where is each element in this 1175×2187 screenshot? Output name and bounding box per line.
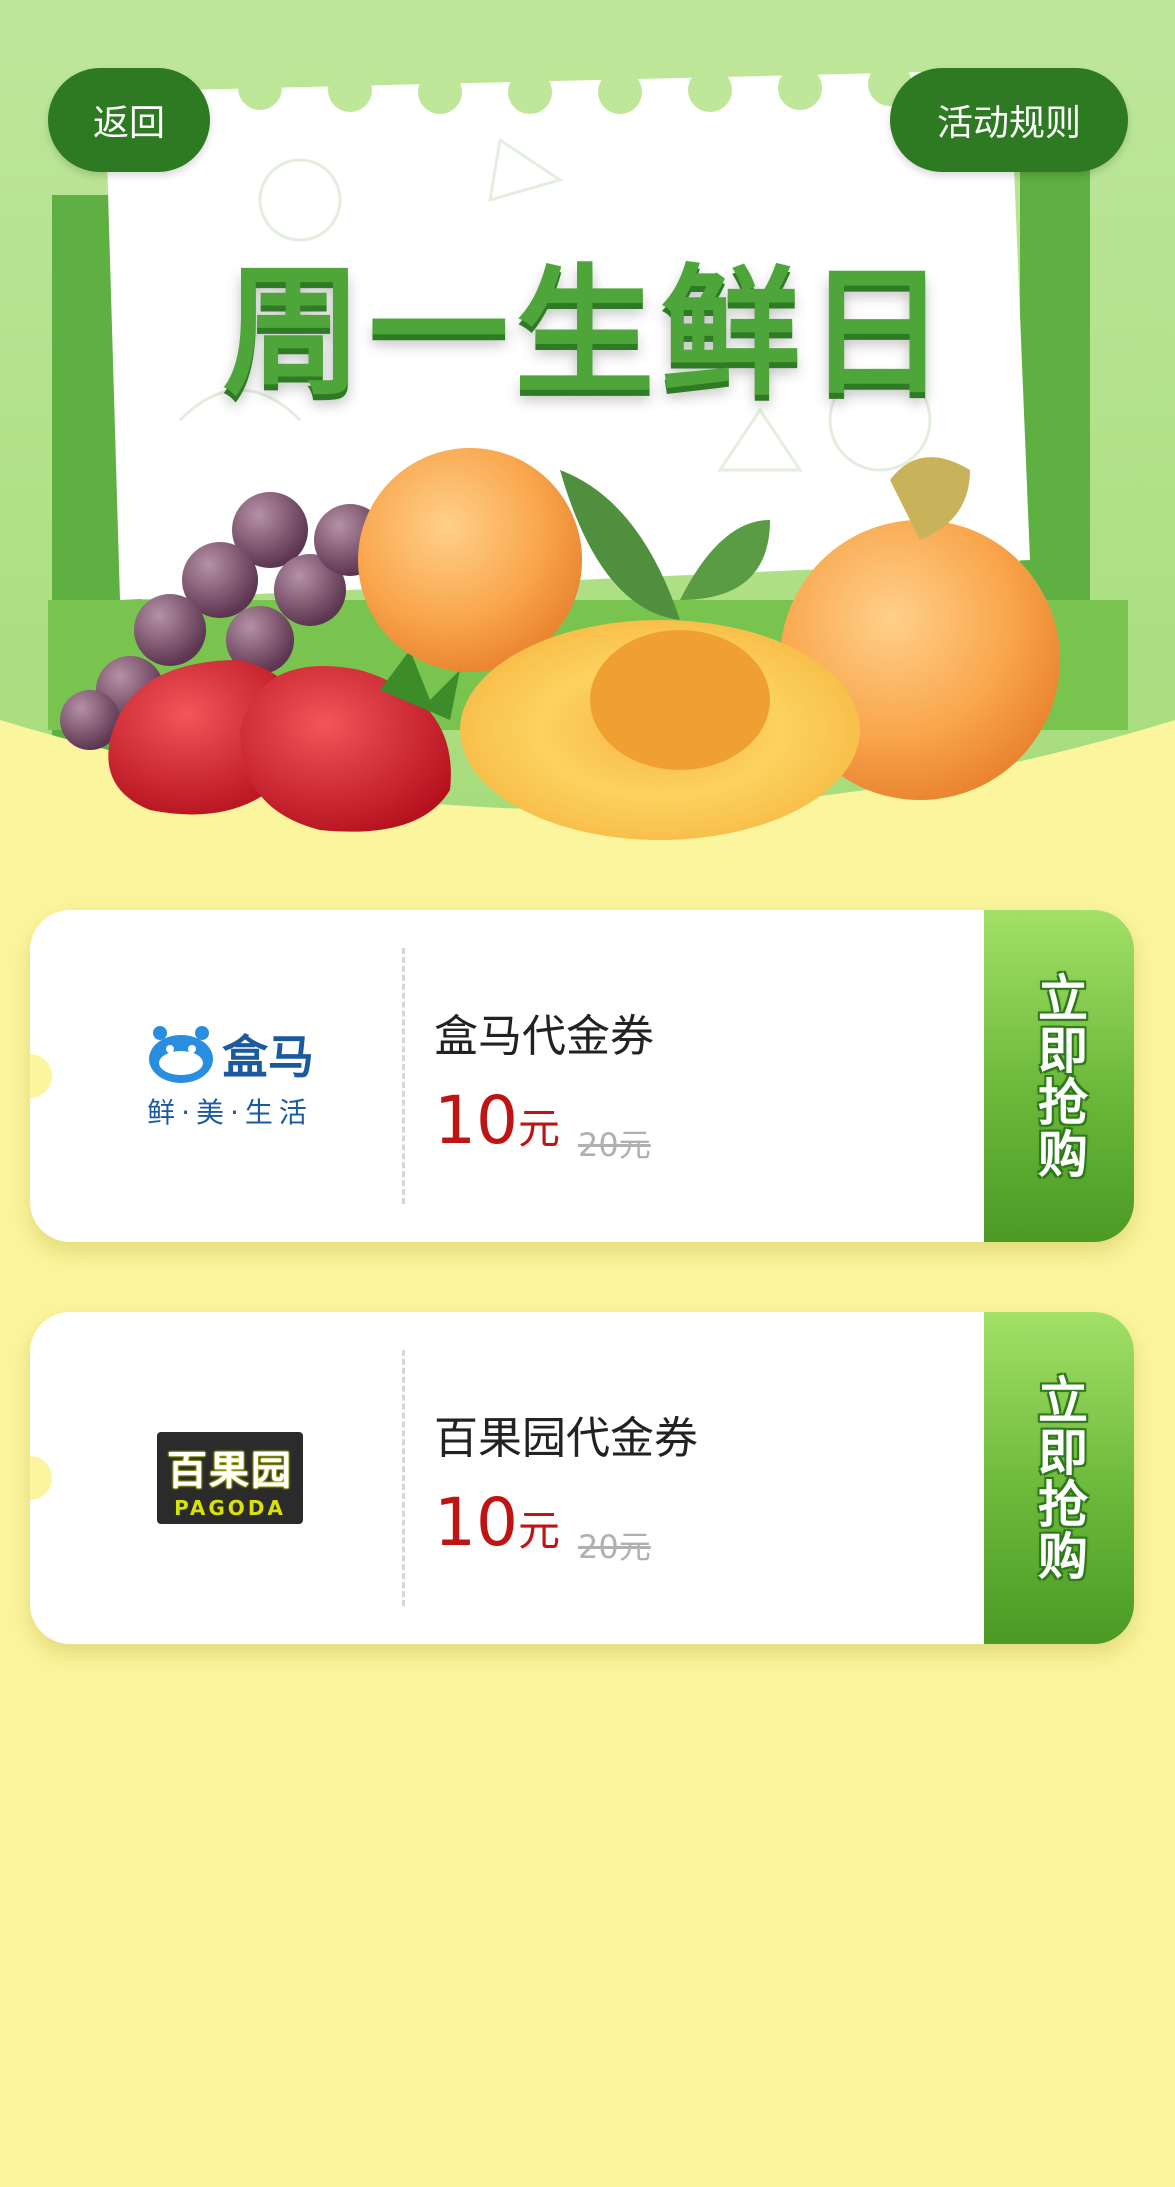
banner-title: 周一生鲜日 (222, 252, 953, 415)
original-price: 20元 (578, 1528, 651, 1566)
hema-logo: 盒马 鲜·美·生活 (100, 910, 360, 1242)
pagoda-logo: 百果园 PAGODA (100, 1312, 360, 1644)
activity-rules-button[interactable]: 活动规则 (890, 68, 1128, 172)
coupon-title: 百果园代金券 (434, 1413, 698, 1464)
hippo-icon (149, 1026, 213, 1083)
dashed-divider (402, 1350, 405, 1606)
grab-now-button[interactable]: 立即抢购 (984, 910, 1134, 1242)
price-value: 10 (434, 1484, 518, 1561)
grab-now-button[interactable]: 立即抢购 (984, 1312, 1134, 1644)
grab-now-label: 立即抢购 (1030, 972, 1088, 1180)
price-unit: 元 (517, 1104, 560, 1153)
coupon-card-pagoda: 百果园 PAGODA 百果园代金券 10元 20元 立即抢购 (30, 1312, 1134, 1644)
pagoda-logo-sub: PAGODA (174, 1496, 286, 1520)
back-button[interactable]: 返回 (48, 68, 210, 172)
price-value: 10 (434, 1082, 518, 1159)
hero-banner: 周一生鲜日 返回 活动规则 (0, 0, 1175, 840)
dashed-divider (402, 948, 405, 1204)
grab-now-label: 立即抢购 (1030, 1374, 1088, 1582)
coupon-price: 10元 (434, 1490, 560, 1556)
price-unit: 元 (517, 1506, 560, 1555)
ticket-notch (30, 1456, 52, 1500)
hema-logo-slogan: 鲜·美·生活 (147, 1096, 313, 1129)
coupon-title: 盒马代金券 (434, 1011, 654, 1062)
pagoda-logo-text: 百果园 (167, 1448, 293, 1494)
coupon-card-hema: 盒马 鲜·美·生活 盒马代金券 10元 20元 立即抢购 (30, 910, 1134, 1242)
hema-logo-text: 盒马 (222, 1030, 314, 1084)
ticket-notch (30, 1054, 52, 1098)
original-price: 20元 (578, 1126, 651, 1164)
coupon-price: 10元 (434, 1088, 560, 1154)
